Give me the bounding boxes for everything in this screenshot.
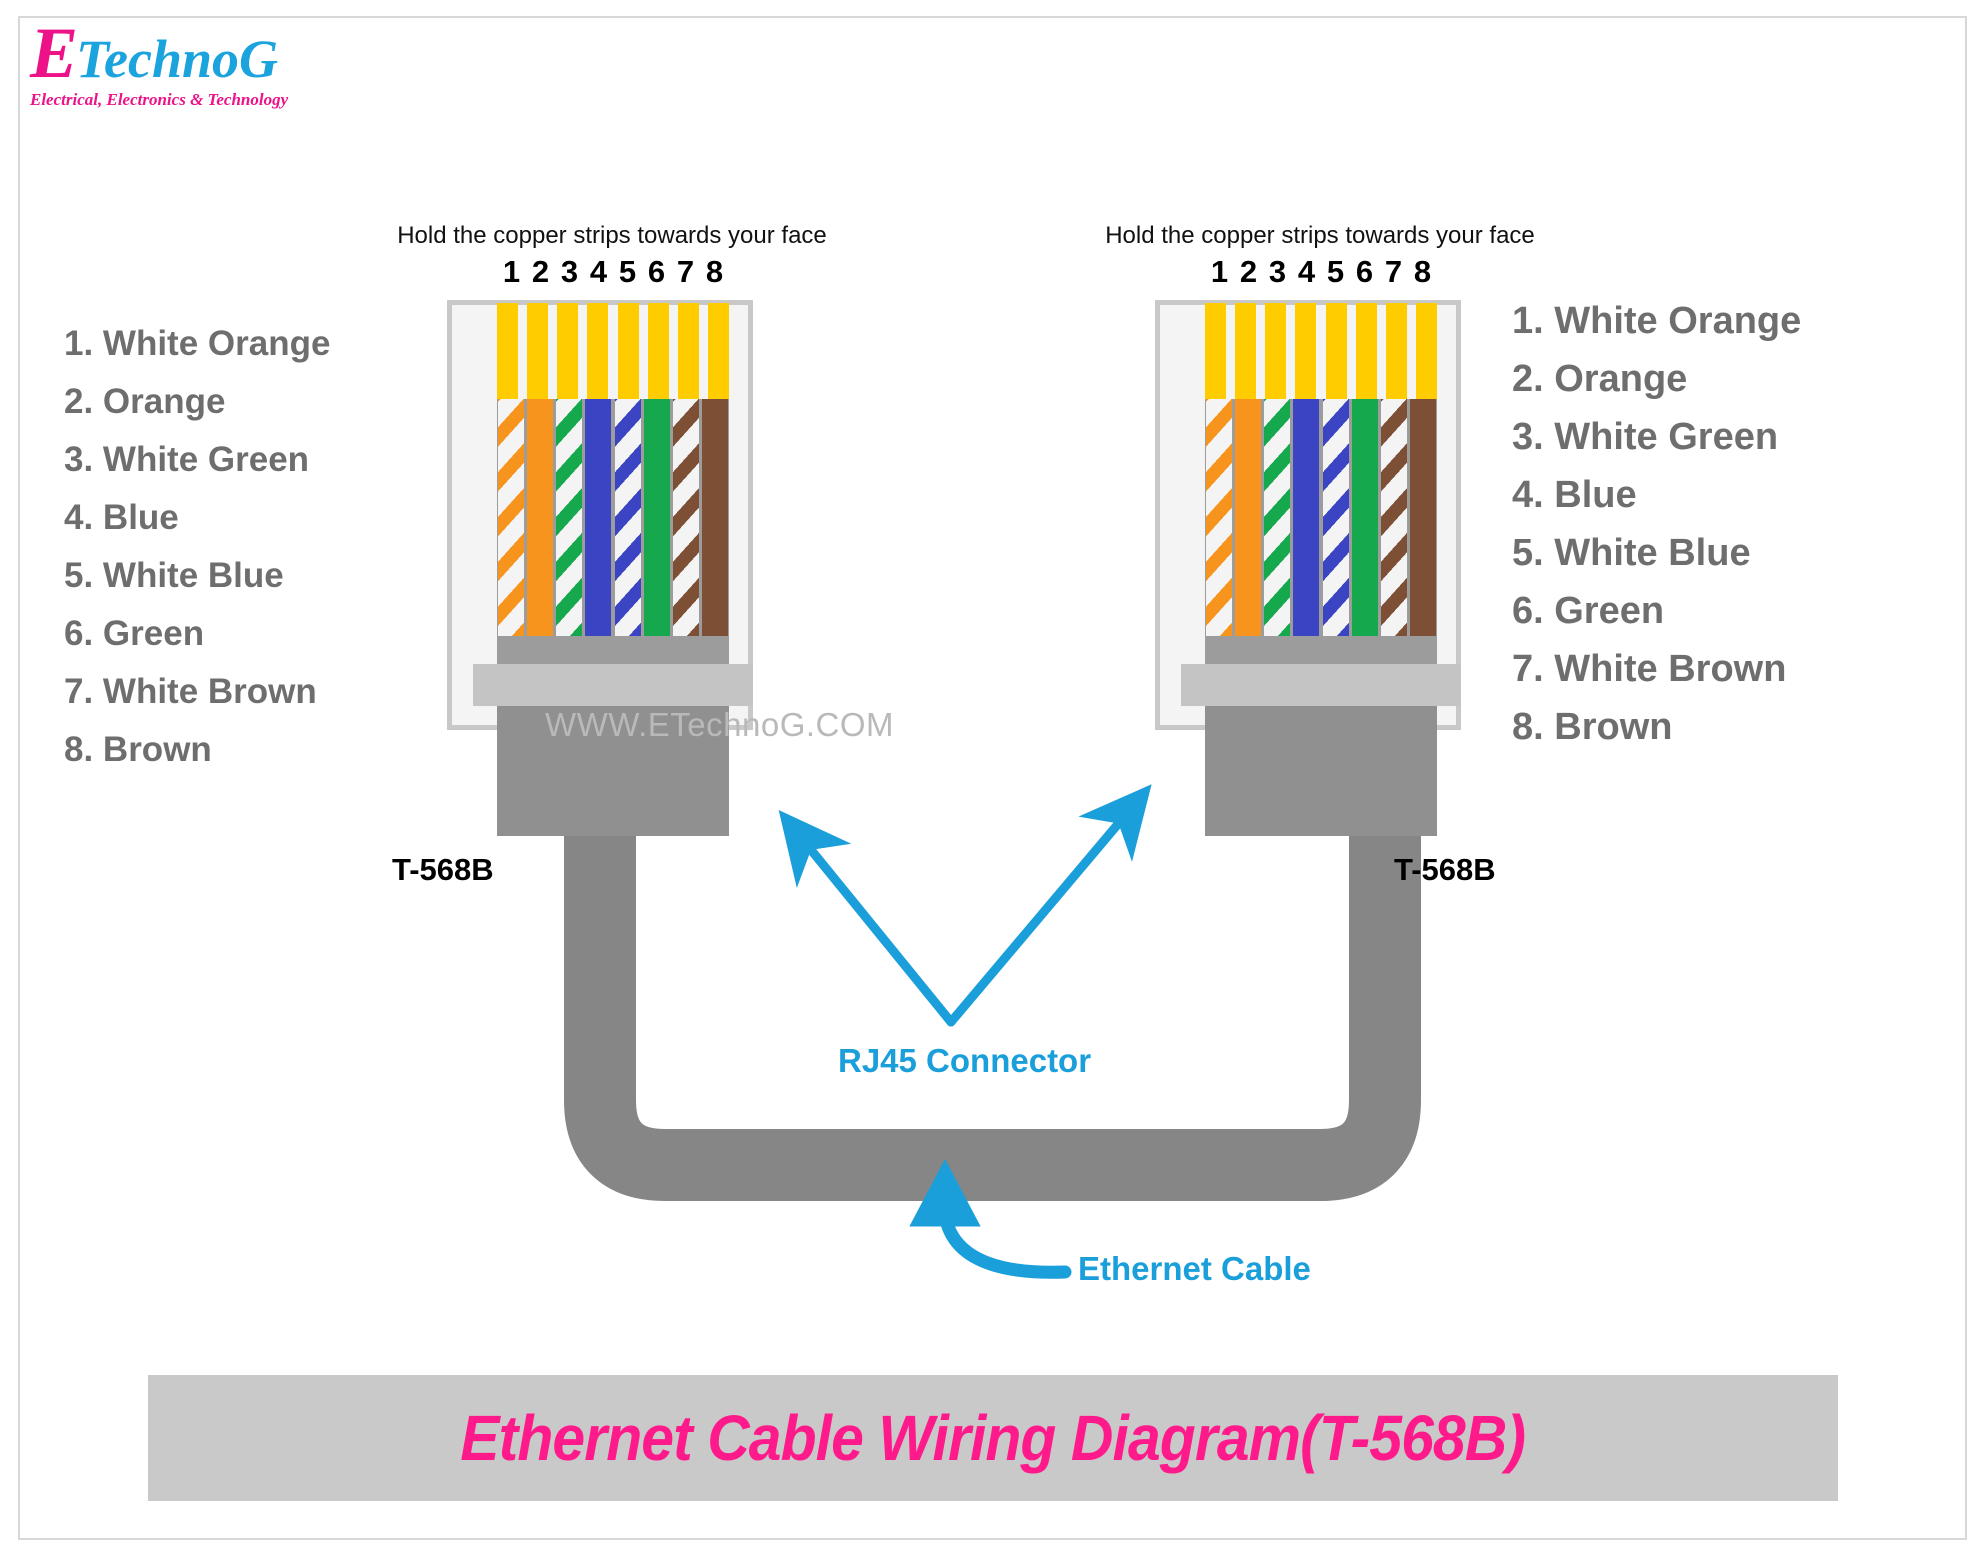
wire-pin-8 (701, 399, 728, 642)
standard-label-right: T-568B (1394, 852, 1496, 887)
page-title: Ethernet Cable Wiring Diagram(T-568B) (460, 1402, 1527, 1474)
gold-contact (557, 303, 579, 399)
wire-pin-8 (1409, 399, 1436, 642)
pin-number: 5 (1326, 254, 1345, 289)
pin-number: 1 (502, 254, 521, 289)
gold-contact (1385, 303, 1407, 399)
wire-pin-7 (672, 399, 699, 642)
rj45-pointer-arrows (778, 784, 1152, 1027)
brand-logo: ETechnoG Electrical, Electronics & Techn… (30, 17, 330, 114)
wire-channel-left (497, 399, 729, 642)
gold-contact (1325, 303, 1347, 399)
list-item: 3. White Green (64, 440, 310, 479)
wire-pin-4 (1293, 399, 1320, 642)
gold-contact (497, 303, 518, 399)
right-pinout-list: 1. White Orange 2. Orange 3. White Green… (1512, 292, 1801, 756)
wire-pin-6 (643, 399, 670, 642)
wire-pin-1 (1206, 399, 1232, 642)
gold-contact (647, 303, 669, 399)
list-item: 5. White Blue (64, 556, 284, 595)
gold-contact (1415, 303, 1437, 399)
gold-contact (1265, 303, 1287, 399)
pin-number: 7 (676, 254, 695, 289)
latch-clip-left (473, 664, 753, 706)
pin-number: 3 (1268, 254, 1287, 289)
list-item: 5. White Blue (1512, 532, 1751, 574)
pin-number-row-left: 1 2 3 4 5 6 7 8 (497, 254, 729, 290)
hold-instruction-left: Hold the copper strips towards your face (397, 222, 827, 249)
wire-pin-2 (527, 399, 554, 642)
standard-label-left: T-568B (392, 852, 494, 887)
list-item: 3. White Green (1512, 416, 1779, 458)
list-item: 2. Orange (64, 382, 226, 421)
pin-number-row-right: 1 2 3 4 5 6 7 8 (1205, 254, 1437, 290)
list-item: 8. Brown (1512, 706, 1673, 748)
pin-number: 1 (1210, 254, 1229, 289)
crimp-bar-left (497, 636, 729, 664)
gold-contact (707, 303, 729, 399)
wire-channel-right (1205, 399, 1437, 642)
site-watermark: WWW.ETechnoG.COM (545, 706, 895, 743)
list-item: 4. Blue (1512, 474, 1637, 516)
pin-number: 2 (531, 254, 550, 289)
wire-pin-4 (585, 399, 612, 642)
logo-wordmark: ETechnoG (30, 17, 330, 89)
rj45-annotation-label: RJ45 Connector (838, 1042, 1092, 1079)
pin-number: 6 (1355, 254, 1374, 289)
logo-rest: TechnoG (76, 29, 279, 89)
pin-number: 8 (1413, 254, 1432, 289)
pin-number: 6 (647, 254, 666, 289)
wire-pin-3 (556, 399, 583, 642)
rj45-connector-right: Hold the copper strips towards your face… (1105, 222, 1535, 860)
list-item: 7. White Brown (64, 672, 317, 711)
wire-pin-2 (1235, 399, 1262, 642)
list-item: 1. White Orange (64, 324, 331, 363)
list-item: 6. Green (64, 614, 205, 653)
list-item: 8. Brown (64, 730, 212, 769)
gold-contacts-right (1205, 303, 1437, 399)
rj45-connector-left: Hold the copper strips towards your face… (397, 222, 827, 860)
list-item: 7. White Brown (1512, 648, 1787, 690)
ethernet-cable-annotation-label: Ethernet Cable (1078, 1250, 1311, 1287)
gold-contact (1355, 303, 1377, 399)
gold-contact (527, 303, 549, 399)
wire-pin-5 (614, 399, 641, 642)
hold-instruction-right: Hold the copper strips towards your face (1105, 222, 1535, 249)
pin-number: 4 (1297, 254, 1316, 289)
logo-tagline: Electrical, Electronics & Technology (30, 90, 289, 109)
list-item: 1. White Orange (1512, 300, 1802, 342)
wire-pin-6 (1351, 399, 1378, 642)
gold-contacts-left (497, 303, 729, 399)
pin-number: 7 (1384, 254, 1403, 289)
gold-contact (1295, 303, 1317, 399)
title-bar: Ethernet Cable Wiring Diagram(T-568B) (148, 1375, 1838, 1501)
pin-number: 5 (618, 254, 637, 289)
wire-pin-3 (1264, 399, 1291, 642)
ethernet-cable-pointer-arrow (909, 1159, 1072, 1279)
left-pinout-list: 1. White Orange 2. Orange 3. White Green… (64, 315, 330, 779)
wire-pin-7 (1380, 399, 1407, 642)
plug-body-right (1205, 706, 1437, 836)
list-item: 6. Green (1512, 590, 1665, 632)
pin-number: 4 (589, 254, 608, 289)
wire-pin-5 (1322, 399, 1349, 642)
gold-contact (1235, 303, 1257, 399)
gold-contact (617, 303, 639, 399)
pin-number: 8 (705, 254, 724, 289)
list-item: 4. Blue (64, 498, 179, 537)
pin-number: 3 (560, 254, 579, 289)
pin-number: 2 (1239, 254, 1258, 289)
gold-contact (587, 303, 609, 399)
wire-pin-1 (498, 399, 524, 642)
gold-contact (1205, 303, 1226, 399)
logo-initial: E (30, 13, 78, 93)
diagram-canvas: ETechnoG Electrical, Electronics & Techn… (0, 0, 1985, 1557)
latch-clip-right (1181, 664, 1461, 706)
list-item: 2. Orange (1512, 358, 1688, 400)
gold-contact (677, 303, 699, 399)
crimp-bar-right (1205, 636, 1437, 664)
